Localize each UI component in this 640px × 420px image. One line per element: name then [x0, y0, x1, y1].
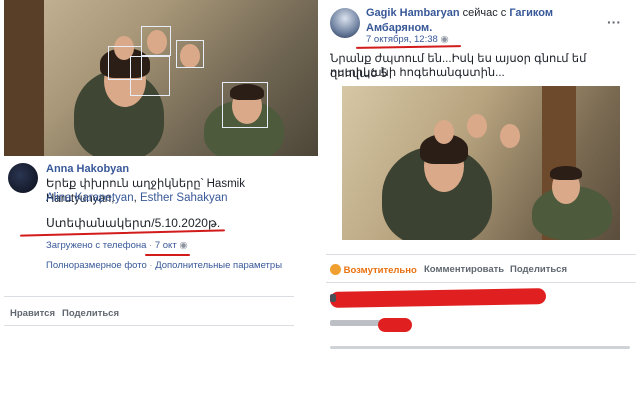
- more-options-icon[interactable]: ···: [607, 14, 621, 30]
- face-tag-box[interactable]: [130, 56, 170, 96]
- redaction-mark: [378, 318, 412, 332]
- left-post: Anna Hakobyan Երեք փխրուն աղջիկները՝ Has…: [0, 0, 318, 420]
- face: [467, 114, 487, 138]
- divider: [326, 254, 636, 255]
- post-photo[interactable]: [4, 0, 318, 156]
- author-avatar[interactable]: [8, 163, 38, 193]
- right-post: Gagik Hambaryan сейчас с Гагиком Амбарян…: [322, 0, 640, 420]
- meta-line: Загружено с телефона · 7 окт ◉: [46, 240, 188, 251]
- caption-line2: Alina Karapetyan, Esther Sahakyan: [46, 191, 316, 206]
- with-text: сейчас с: [462, 7, 507, 19]
- date-underline: [145, 254, 190, 256]
- author-name[interactable]: Gagik Hambaryan: [366, 7, 460, 19]
- face: [500, 124, 520, 148]
- face: [434, 120, 454, 144]
- share-button[interactable]: Поделиться: [62, 308, 119, 319]
- divider: [326, 282, 636, 283]
- more-options-link[interactable]: Дополнительные параметры: [155, 260, 282, 271]
- fullsize-link[interactable]: Полноразмерное фото: [46, 260, 147, 271]
- photo-options: Полноразмерное фото · Дополнительные пар…: [46, 260, 282, 271]
- like-button[interactable]: Нравится: [10, 308, 55, 319]
- author-name[interactable]: Anna Hakobyan: [46, 162, 129, 177]
- post-photo[interactable]: [342, 86, 620, 240]
- face-tag-box[interactable]: [141, 26, 171, 56]
- tag-link[interactable]: Alina Karapetyan: [46, 192, 134, 204]
- comment-button[interactable]: Комментировать: [424, 264, 504, 275]
- icon: [330, 294, 336, 302]
- timestamp-underline: [355, 45, 462, 49]
- author-avatar[interactable]: [330, 8, 360, 38]
- post-body-line2: ոստիկանի հոգեհանգստին...: [330, 67, 505, 79]
- door: [4, 0, 44, 156]
- face-tag-box[interactable]: [176, 40, 204, 68]
- date-link[interactable]: 7 окт: [155, 240, 177, 251]
- timestamp-link[interactable]: 7 октября, 12:38: [366, 34, 438, 45]
- timestamp-line: 7 октября, 12:38 ◉: [366, 34, 449, 45]
- tag-link[interactable]: Esther Sahakyan: [140, 192, 228, 204]
- reaction-label: Возмутительно: [343, 265, 417, 276]
- globe-icon: ◉: [179, 240, 188, 251]
- face-tag-box[interactable]: [222, 82, 268, 128]
- separator: ·: [149, 260, 153, 271]
- location-date: Ստեփանակերտ/5.10.2020թ.: [46, 216, 221, 230]
- redaction-mark: [329, 288, 547, 308]
- globe-icon: ◉: [440, 34, 449, 45]
- uploaded-link[interactable]: Загружено с телефона: [46, 240, 146, 251]
- post-header: Gagik Hambaryan сейчас с Гагиком Амбарян…: [366, 6, 616, 36]
- divider: [4, 296, 294, 297]
- angry-emoji-icon: [330, 264, 341, 275]
- separator: ,: [133, 192, 137, 204]
- obscured-text: [330, 346, 630, 349]
- divider: [4, 325, 294, 326]
- share-button[interactable]: Поделиться: [510, 264, 567, 275]
- reaction-button[interactable]: Возмутительно: [330, 264, 417, 276]
- hair: [550, 166, 582, 180]
- separator: ·: [149, 240, 153, 251]
